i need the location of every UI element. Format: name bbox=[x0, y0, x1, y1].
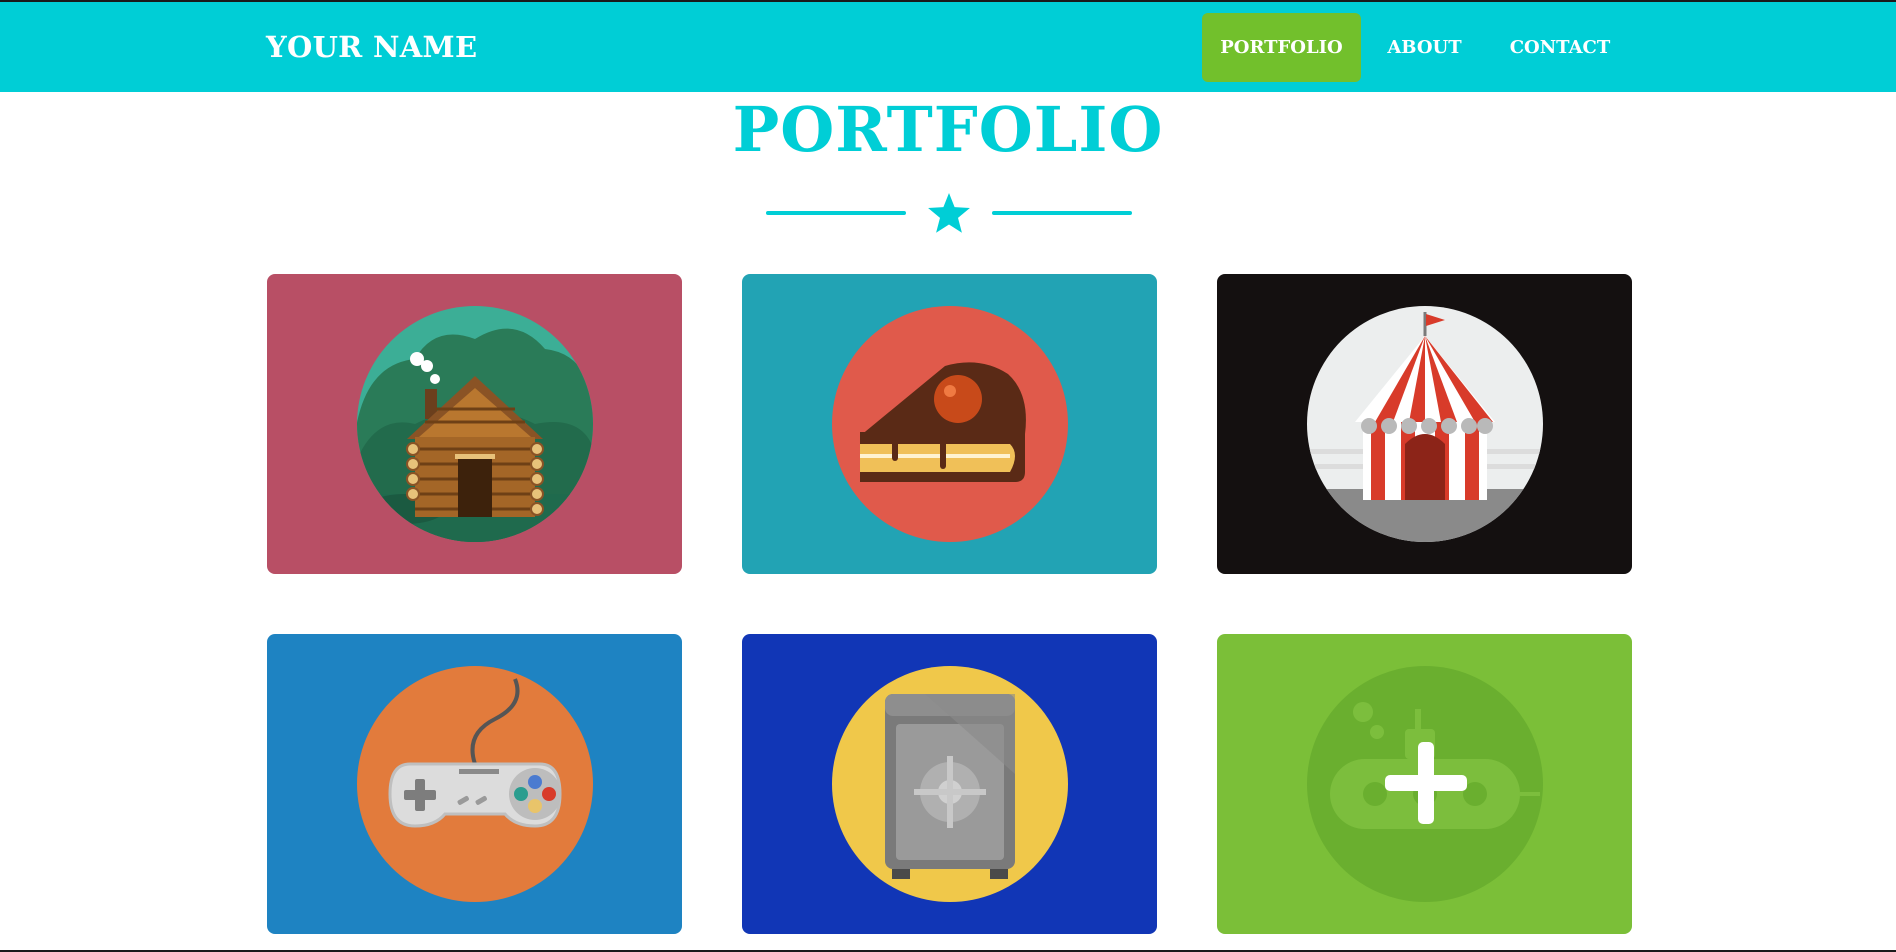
portfolio-item-submarine[interactable] bbox=[1217, 634, 1632, 934]
divider-line-left bbox=[766, 211, 906, 215]
star-icon bbox=[928, 193, 970, 233]
portfolio-item-safe[interactable] bbox=[742, 634, 1157, 934]
circus-tent-icon bbox=[1306, 306, 1543, 542]
cake-slice-icon bbox=[831, 306, 1068, 542]
divider-line-right bbox=[992, 211, 1132, 215]
navbar: YOUR NAME PORTFOLIO ABOUT CONTACT bbox=[0, 2, 1896, 92]
portfolio-item-circus[interactable] bbox=[1217, 274, 1632, 574]
game-controller-icon bbox=[356, 666, 593, 902]
nav-item-contact[interactable]: CONTACT bbox=[1488, 13, 1632, 82]
main-nav: PORTFOLIO ABOUT CONTACT bbox=[0, 2, 1896, 92]
portfolio-item-cake[interactable] bbox=[742, 274, 1157, 574]
nav-item-about[interactable]: ABOUT bbox=[1371, 13, 1478, 82]
submarine-icon bbox=[1306, 666, 1543, 902]
title-divider bbox=[766, 190, 1132, 236]
safe-icon bbox=[831, 666, 1068, 902]
cabin-icon bbox=[356, 306, 593, 542]
nav-item-portfolio[interactable]: PORTFOLIO bbox=[1202, 13, 1361, 82]
portfolio-item-controller[interactable] bbox=[267, 634, 682, 934]
portfolio-item-cabin[interactable] bbox=[267, 274, 682, 574]
section-title: PORTFOLIO bbox=[732, 93, 1164, 166]
